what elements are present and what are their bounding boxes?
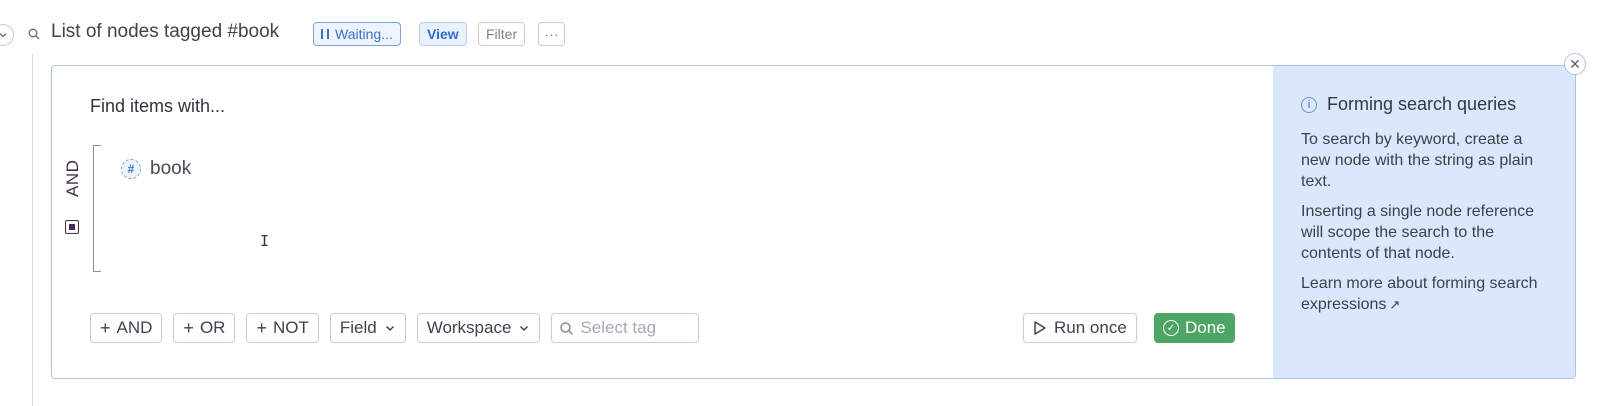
close-icon: ✕ [1569,55,1581,72]
run-once-label: Run once [1054,318,1127,337]
query-tag-item[interactable]: # book [121,158,191,180]
check-circle-icon: ✓ [1163,320,1179,336]
external-link-icon: ↗ [1389,297,1401,312]
chevron-down-icon [520,325,529,332]
query-builder-panel: Find items with... AND # book I + AND + … [51,65,1576,379]
waiting-label: Waiting... [335,26,393,42]
add-not-label: NOT [272,318,309,337]
query-tag-label[interactable]: book [150,158,191,180]
search-icon [28,28,40,40]
field-dropdown[interactable]: Field [329,313,406,343]
help-sidebar: i Forming search queries To search by ke… [1273,66,1575,378]
select-tag-field[interactable] [551,313,700,343]
select-tag-input[interactable] [580,318,691,338]
search-icon [560,321,574,335]
page-title[interactable]: List of nodes tagged #book [51,21,279,43]
find-items-label: Find items with... [90,96,226,116]
done-button[interactable]: ✓ Done [1154,313,1235,343]
workspace-label: Workspace [426,318,512,337]
chevron-down-icon [385,325,394,332]
help-title: i Forming search queries [1301,94,1553,115]
and-group-bracket [93,145,101,272]
close-panel-button[interactable]: ✕ [1564,53,1586,75]
search-node-header: List of nodes tagged #book Waiting... Vi… [0,18,1605,48]
filter-button[interactable]: Filter [478,22,526,46]
waiting-button[interactable]: Waiting... [313,22,401,46]
add-or-label: OR [199,318,226,337]
group-icon [65,220,79,234]
help-learn-more-link[interactable]: Learn more about forming search expressi… [1301,273,1553,315]
pause-icon [321,29,329,39]
done-label: Done [1185,318,1226,337]
learn-more-text: Learn more about forming search expressi… [1301,275,1538,313]
add-or-button[interactable]: + OR [173,313,236,343]
chevron-down-icon [0,33,7,38]
view-button[interactable]: View [419,22,467,46]
more-options-button[interactable]: ··· [538,22,565,46]
plus-icon: + [256,317,267,338]
and-group-toggle[interactable]: AND [62,159,84,246]
hash-tag-icon: # [121,159,141,179]
help-title-text: Forming search queries [1327,94,1517,114]
plus-icon: + [183,317,194,338]
help-paragraph-scope: Inserting a single node reference will s… [1301,203,1535,262]
query-toolbar: + AND + OR + NOT Field Workspace [90,313,700,343]
add-and-button[interactable]: + AND [90,313,163,343]
info-icon: i [1301,96,1317,113]
play-icon [1034,321,1046,335]
text-cursor-icon: I [260,232,270,250]
and-group-label: AND [63,159,82,197]
help-paragraph-keyword: To search by keyword, create a new node … [1301,131,1534,190]
collapse-toggle[interactable] [0,24,14,46]
workspace-dropdown[interactable]: Workspace [416,313,541,343]
outline-guide-line [32,54,33,406]
field-label: Field [339,318,377,337]
plus-icon: + [100,317,111,338]
add-and-label: AND [116,318,153,337]
add-not-button[interactable]: + NOT [246,313,319,343]
run-once-button[interactable]: Run once [1023,313,1137,343]
